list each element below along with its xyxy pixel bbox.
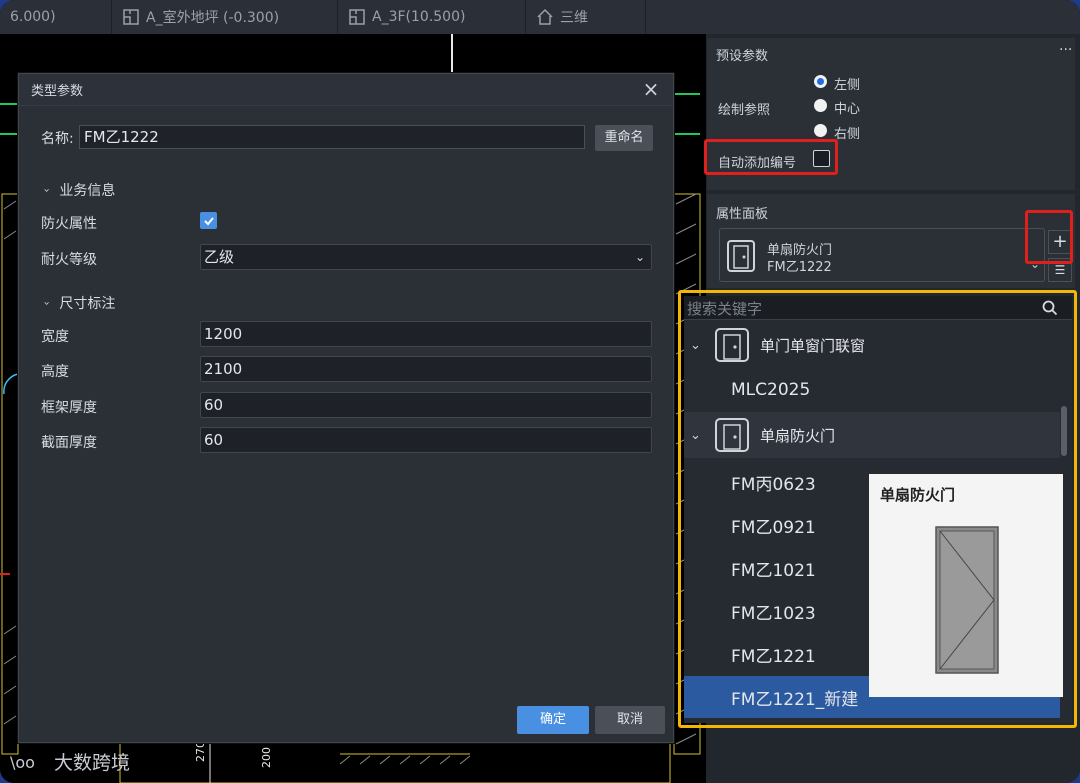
fire-level-label: 耐火等级 [41,252,97,268]
radio-center[interactable] [814,99,827,112]
section-label: 业务信息 [59,183,116,199]
chevron-down-icon: › [40,300,54,306]
section-label: 尺寸标注 [59,296,116,312]
radio-center-label: 中心 [834,102,861,117]
tab-3f[interactable]: A_3F(10.500) [338,0,526,34]
type-code: FM乙1222 [767,260,832,275]
highlight-box-auto-number [704,139,838,175]
tab-label: 6.000) [10,9,56,25]
highlight-box-add [1025,210,1073,264]
tab-label: A_室外地坪 (-0.300) [146,10,280,26]
ok-button[interactable]: 确定 [517,706,589,734]
width-label: 宽度 [41,329,69,345]
type-selector[interactable]: 单扇防火门 FM乙1222 ⌄ [719,228,1045,282]
height-input[interactable]: 2100 [200,356,652,382]
tab-outdoor-ground[interactable]: A_室外地坪 (-0.300) [112,0,338,34]
check-icon [203,216,214,225]
watermark: \oo 大数跨境 [10,748,130,775]
name-input[interactable]: FM乙1222 [79,125,585,149]
section-business-info[interactable]: › 业务信息 [41,180,116,200]
app-window: 6.000) A_室外地坪 (-0.300) A_3F(10.500) 三维 2… [0,0,1080,783]
dialog-title: 类型参数 [31,84,84,99]
fire-level-value: 乙级 [204,248,235,266]
dialog-titlebar: 类型参数 × [19,74,673,106]
tab-label: A_3F(10.500) [372,9,466,25]
frame-thickness-input[interactable]: 60 [200,392,652,418]
preview-title: 单扇防火门 [880,486,956,504]
type-parameters-dialog: 类型参数 × 名称: FM乙1222 重命名 › 业务信息 防火属性 耐火等级 … [18,73,674,743]
svg-text:\oo: \oo [10,753,35,772]
tab-3d[interactable]: 三维 [526,0,646,34]
watermark-logo-icon: \oo [10,753,35,772]
name-label: 名称: [41,131,74,147]
view-tab-bar: 6.000) A_室外地坪 (-0.300) A_3F(10.500) 三维 [0,0,1080,34]
rename-button[interactable]: 重命名 [595,125,653,151]
cancel-button[interactable]: 取消 [595,706,665,734]
fire-level-select[interactable]: 乙级 ⌄ [200,244,652,270]
chevron-down-icon: › [40,187,54,193]
frame-thickness-label: 框架厚度 [41,400,97,416]
more-icon[interactable]: ··· [1059,42,1072,58]
fire-attr-checkbox[interactable] [200,212,217,229]
dimension-label: 200 [260,747,273,768]
tab-label: 三维 [560,10,588,26]
tab-6000[interactable]: 6.000) [0,0,112,34]
preset-title: 预设参数 [716,49,769,64]
fire-attr-label: 防火属性 [41,216,97,232]
section-dimensions[interactable]: › 尺寸标注 [41,293,116,313]
floor-plan-icon [123,9,139,25]
chevron-down-icon: ⌄ [634,250,645,264]
section-thickness-label: 截面厚度 [41,435,97,451]
door-icon [727,240,755,272]
radio-right[interactable] [814,124,827,137]
house-3d-icon [537,8,553,25]
radio-left-label: 左侧 [834,78,861,93]
draw-ref-label: 绘制参照 [718,103,771,118]
door-preview-image [935,526,999,674]
close-icon[interactable]: × [641,79,661,100]
section-thickness-input[interactable]: 60 [200,427,652,453]
radio-left[interactable] [814,75,827,88]
floor-plan-icon [349,9,365,25]
watermark-text: 大数跨境 [54,752,131,774]
door-preview-popup: 单扇防火门 [869,474,1063,697]
height-label: 高度 [41,364,69,380]
radio-right-label: 右侧 [834,127,861,142]
width-input[interactable]: 1200 [200,321,652,347]
properties-title: 属性面板 [716,207,769,222]
properties-panel: 属性面板 单扇防火门 FM乙1222 ⌄ + ☰ [707,194,1075,288]
